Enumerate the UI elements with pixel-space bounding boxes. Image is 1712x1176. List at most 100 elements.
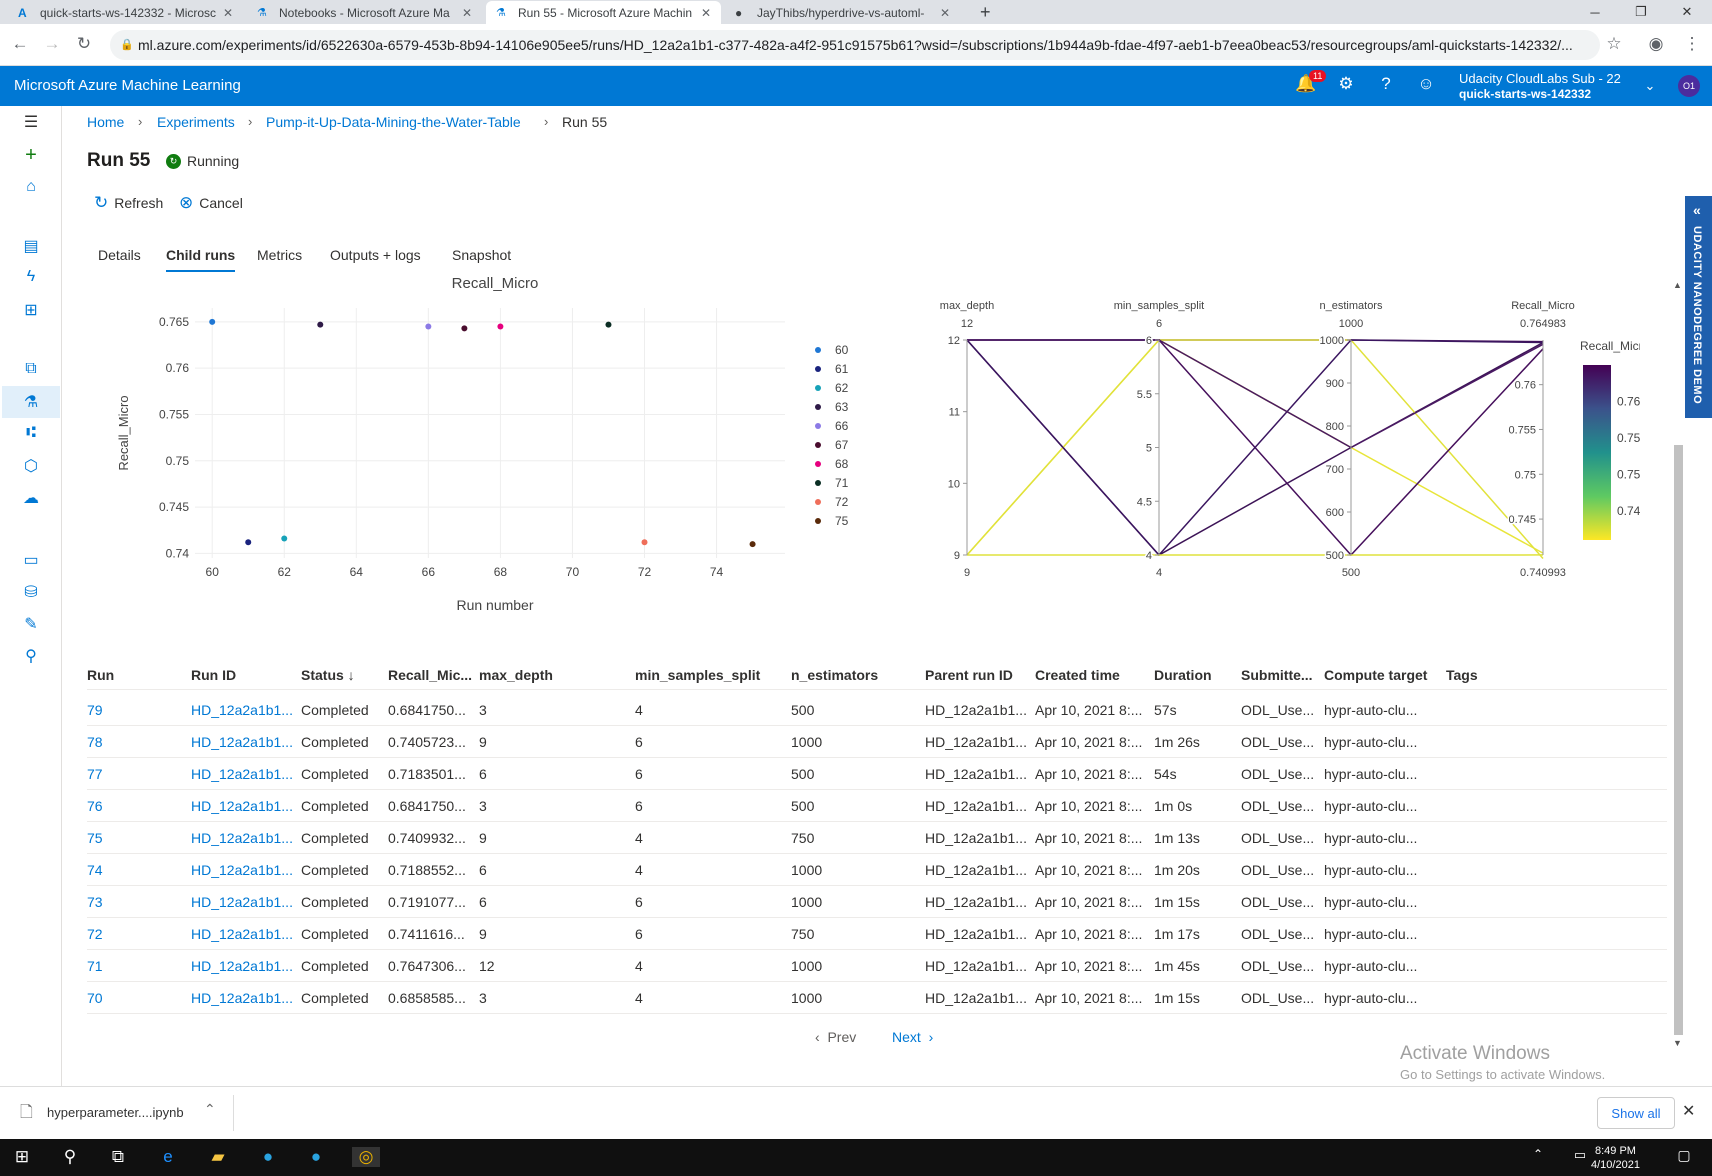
run-number-link[interactable]: 78 bbox=[87, 734, 103, 750]
run-id-link[interactable]: HD_12a2a1b1... bbox=[191, 734, 293, 750]
chrome-icon[interactable]: ◎ bbox=[352, 1147, 380, 1167]
app-brand[interactable]: Microsoft Azure Machine Learning bbox=[14, 77, 241, 94]
column-header[interactable]: Status ↓ bbox=[301, 667, 355, 683]
browser-menu-icon[interactable]: ⋮ bbox=[1680, 34, 1704, 54]
run-number-link[interactable]: 77 bbox=[87, 766, 103, 782]
search-icon[interactable]: ⚲ bbox=[56, 1147, 84, 1167]
feedback-smiley-icon[interactable]: ☺ bbox=[1414, 74, 1438, 94]
column-header[interactable]: n_estimators bbox=[791, 667, 878, 683]
run-id-link[interactable]: HD_12a2a1b1... bbox=[191, 702, 293, 718]
column-header[interactable]: Run ID bbox=[191, 667, 236, 683]
column-header[interactable]: Created time bbox=[1035, 667, 1120, 683]
table-row[interactable]: 78 HD_12a2a1b1... Completed 0.7405723... 9 6 1… bbox=[87, 726, 1667, 758]
docker-icon[interactable]: ● bbox=[254, 1147, 282, 1167]
side-panel-tab[interactable]: « UDACITY NANODEGREE DEMO bbox=[1685, 196, 1712, 418]
automl-icon[interactable]: ϟ bbox=[19, 268, 43, 286]
taskbar-clock[interactable]: 8:49 PM 4/10/2021 bbox=[1591, 1144, 1640, 1172]
network-icon[interactable]: ▭ bbox=[1566, 1147, 1594, 1163]
windows-start-icon[interactable]: ⊞ bbox=[8, 1147, 36, 1167]
file-explorer-icon[interactable]: ▰ bbox=[204, 1147, 232, 1167]
table-row[interactable]: 76 HD_12a2a1b1... Completed 0.6841750... 3 6 5… bbox=[87, 790, 1667, 822]
table-row[interactable]: 74 HD_12a2a1b1... Completed 0.7188552... 6 4 1… bbox=[87, 854, 1667, 886]
window-close-icon[interactable]: ✕ bbox=[1664, 0, 1710, 24]
breadcrumb-experiment[interactable]: Pump-it-Up-Data-Mining-the-Water-Table bbox=[266, 114, 521, 130]
close-icon[interactable]: ✕ bbox=[701, 6, 711, 20]
models-icon[interactable]: ⬡ bbox=[19, 456, 43, 476]
scroll-up-icon[interactable]: ▲ bbox=[1673, 280, 1682, 290]
task-view-icon[interactable]: ⧉ bbox=[104, 1147, 132, 1167]
run-number-link[interactable]: 76 bbox=[87, 798, 103, 814]
scrollbar-thumb[interactable] bbox=[1674, 445, 1683, 1035]
edge-browser-icon[interactable]: e bbox=[154, 1147, 182, 1167]
table-row[interactable]: 79 HD_12a2a1b1... Completed 0.6841750... 3 4 5… bbox=[87, 694, 1667, 726]
column-header[interactable]: Recall_Mic... bbox=[388, 667, 472, 683]
download-file-name[interactable]: hyperparameter....ipynb bbox=[47, 1105, 184, 1120]
run-id-link[interactable]: HD_12a2a1b1... bbox=[191, 862, 293, 878]
table-row[interactable]: 73 HD_12a2a1b1... Completed 0.7191077... 6 6 1… bbox=[87, 886, 1667, 918]
tab-snapshot[interactable]: Snapshot bbox=[452, 247, 511, 263]
run-id-link[interactable]: HD_12a2a1b1... bbox=[191, 894, 293, 910]
column-header[interactable]: Compute target bbox=[1324, 667, 1427, 683]
run-id-link[interactable]: HD_12a2a1b1... bbox=[191, 926, 293, 942]
tab-outputs-logs[interactable]: Outputs + logs bbox=[330, 247, 421, 263]
close-icon[interactable]: ✕ bbox=[940, 6, 950, 20]
column-header[interactable]: Duration bbox=[1154, 667, 1212, 683]
run-number-link[interactable]: 71 bbox=[87, 958, 103, 974]
table-row[interactable]: 71 HD_12a2a1b1... Completed 0.7647306... 12 4… bbox=[87, 950, 1667, 982]
table-row[interactable]: 72 HD_12a2a1b1... Completed 0.7411616... 9 6 7… bbox=[87, 918, 1667, 950]
show-all-button[interactable]: Show all bbox=[1597, 1097, 1675, 1129]
reload-icon[interactable]: ↻ bbox=[72, 34, 96, 54]
scrollbar[interactable]: ▲ ▼ bbox=[1672, 280, 1684, 1050]
notebooks-icon[interactable]: ▤ bbox=[19, 236, 43, 256]
refresh-button[interactable]: ↻ Refresh bbox=[94, 193, 163, 213]
designer-icon[interactable]: ⊞ bbox=[19, 300, 43, 320]
profile-icon[interactable]: ◉ bbox=[1644, 34, 1668, 54]
browser-tab-active[interactable]: ⚗ Run 55 - Microsoft Azure Machin ✕ bbox=[486, 1, 721, 24]
table-row[interactable]: 70 HD_12a2a1b1... Completed 0.6858585... 3 4 1… bbox=[87, 982, 1667, 1014]
table-row[interactable]: 77 HD_12a2a1b1... Completed 0.7183501... 6 6 5… bbox=[87, 758, 1667, 790]
datasets-icon[interactable]: ⧉ bbox=[19, 360, 43, 378]
workspace-name[interactable]: quick-starts-ws-142332 bbox=[1459, 87, 1591, 101]
breadcrumb-experiments[interactable]: Experiments bbox=[157, 114, 235, 130]
column-header[interactable]: Run bbox=[87, 667, 114, 683]
chevron-up-icon[interactable]: ⌃ bbox=[204, 1101, 216, 1118]
run-number-link[interactable]: 79 bbox=[87, 702, 103, 718]
run-id-link[interactable]: HD_12a2a1b1... bbox=[191, 958, 293, 974]
cancel-button[interactable]: ⊗ Cancel bbox=[179, 193, 243, 213]
url-field[interactable]: 🔒 ml.azure.com/experiments/id/6522630a-6… bbox=[110, 30, 1600, 60]
tab-metrics[interactable]: Metrics bbox=[257, 247, 302, 263]
close-icon[interactable]: ✕ bbox=[223, 6, 233, 20]
help-icon[interactable]: ? bbox=[1374, 74, 1398, 94]
browser-tab[interactable]: ● JayThibs/hyperdrive-vs-automl- ✕ bbox=[725, 1, 960, 24]
create-new-icon[interactable]: + bbox=[19, 144, 43, 167]
subscription-name[interactable]: Udacity CloudLabs Sub - 22 bbox=[1459, 71, 1621, 86]
column-header[interactable]: min_samples_split bbox=[635, 667, 760, 683]
new-tab-button[interactable]: + bbox=[970, 1, 1000, 24]
run-number-link[interactable]: 73 bbox=[87, 894, 103, 910]
hamburger-menu-icon[interactable]: ☰ bbox=[19, 112, 43, 132]
docker-icon[interactable]: ● bbox=[302, 1147, 330, 1167]
notifications-icon[interactable]: ▢ bbox=[1670, 1147, 1698, 1164]
linked-services-icon[interactable]: ⚲ bbox=[19, 646, 43, 666]
run-number-link[interactable]: 72 bbox=[87, 926, 103, 942]
run-number-link[interactable]: 75 bbox=[87, 830, 103, 846]
run-id-link[interactable]: HD_12a2a1b1... bbox=[191, 990, 293, 1006]
column-header[interactable]: Submitte... bbox=[1241, 667, 1313, 683]
pipelines-icon[interactable]: ⑆ bbox=[19, 424, 43, 442]
avatar[interactable]: O1 bbox=[1678, 75, 1700, 97]
tab-details[interactable]: Details bbox=[98, 247, 141, 263]
compute-icon[interactable]: ▭ bbox=[19, 550, 43, 570]
column-header[interactable]: max_depth bbox=[479, 667, 553, 683]
breadcrumb-home[interactable]: Home bbox=[87, 114, 124, 130]
column-header[interactable]: Parent run ID bbox=[925, 667, 1013, 683]
forward-icon[interactable]: → bbox=[40, 34, 64, 54]
endpoints-icon[interactable]: ☁ bbox=[19, 488, 43, 508]
next-page-button[interactable]: Next › bbox=[892, 1029, 933, 1045]
settings-gear-icon[interactable]: ⚙ bbox=[1334, 74, 1358, 94]
restore-icon[interactable]: ❐ bbox=[1618, 0, 1664, 24]
home-icon[interactable]: ⌂ bbox=[19, 178, 43, 196]
run-number-link[interactable]: 74 bbox=[87, 862, 103, 878]
bookmark-star-icon[interactable]: ☆ bbox=[1602, 34, 1626, 54]
table-row[interactable]: 75 HD_12a2a1b1... Completed 0.7409932... 9 4 7… bbox=[87, 822, 1667, 854]
browser-tab[interactable]: ⚗ Notebooks - Microsoft Azure Ma ✕ bbox=[247, 1, 482, 24]
